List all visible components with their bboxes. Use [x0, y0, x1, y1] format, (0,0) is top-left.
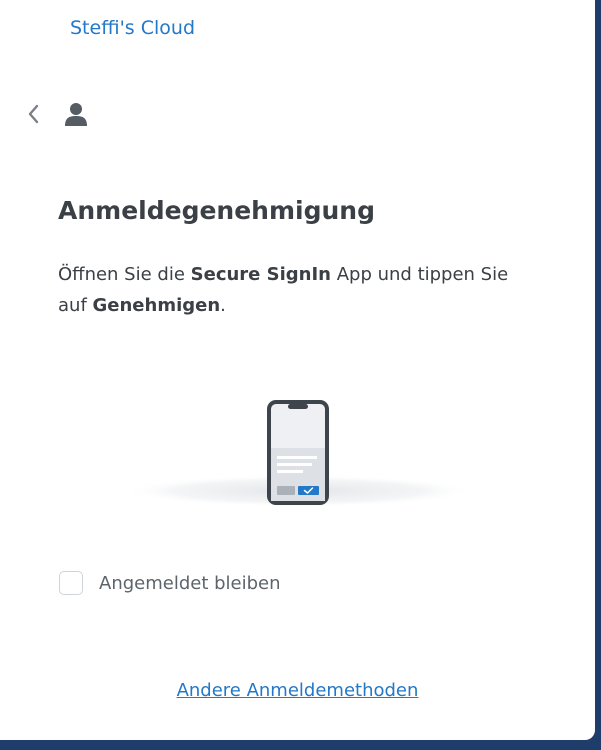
chevron-left-icon	[28, 104, 39, 124]
instruction-text: Öffnen Sie die Secure SignIn App und tip…	[58, 259, 538, 321]
phone-approval-icon	[118, 388, 480, 518]
stay-signed-in-option[interactable]: Angemeldet bleiben	[59, 571, 281, 595]
user-icon	[64, 101, 88, 127]
instruction-part: Öffnen Sie die	[58, 264, 191, 285]
approve-action: Genehmigen	[92, 295, 221, 316]
other-sign-in-methods-link[interactable]: Andere Anmeldemethoden	[0, 680, 595, 701]
stay-signed-in-checkbox[interactable]	[59, 571, 83, 595]
app-name: Secure SignIn	[190, 264, 331, 285]
instruction-part: .	[220, 295, 226, 316]
login-card: Steffi's Cloud Anmeldegenehmigung Öffnen…	[0, 0, 595, 740]
page-title: Anmeldegenehmigung	[58, 196, 375, 225]
back-button[interactable]	[22, 100, 46, 128]
app-title: Steffi's Cloud	[70, 17, 196, 39]
stay-signed-in-label: Angemeldet bleiben	[99, 572, 281, 594]
